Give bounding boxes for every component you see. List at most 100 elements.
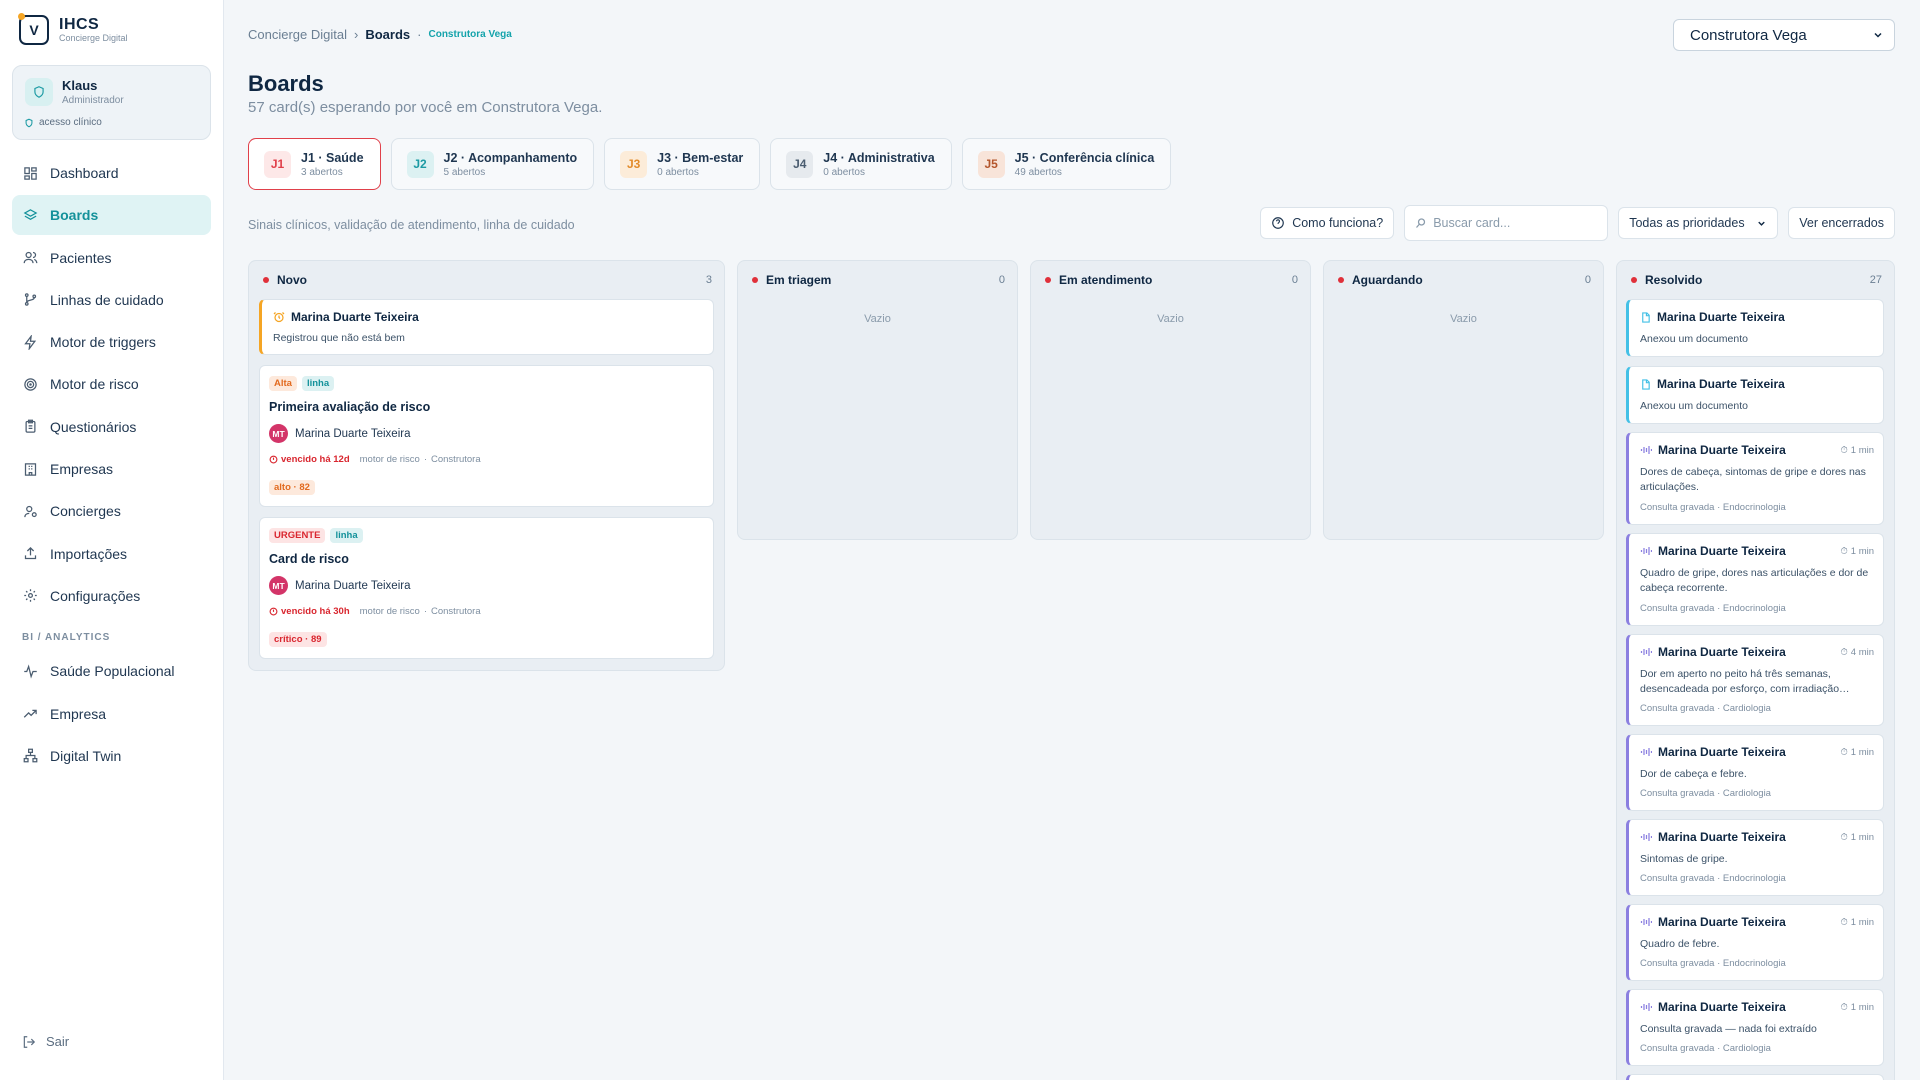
breadcrumb-company: Construtora Vega xyxy=(428,29,512,40)
patient-name: Marina Duarte Teixeira xyxy=(1658,645,1786,659)
sidebar-item-label: Boards xyxy=(50,207,99,224)
column-header: Novo 3 xyxy=(249,261,724,299)
card-header: Marina Duarte Teixeira ⏱ 1 min xyxy=(1640,745,1874,759)
resolved-card[interactable]: Marina Duarte Teixeira ⏱ 1 min Quadro de … xyxy=(1626,904,1884,981)
card-header: Marina Duarte Teixeira ⏱ 1 min xyxy=(1640,443,1874,457)
tab-j2[interactable]: J2 J2 · Acompanhamento 5 abertos xyxy=(390,138,595,190)
search-icon xyxy=(1415,217,1427,229)
empty-state: Vazio xyxy=(1450,313,1477,325)
status-dot xyxy=(1631,277,1637,283)
resolved-card[interactable]: Marina Duarte Teixeira ⏱ 1 min Consulta g… xyxy=(1626,989,1884,1066)
duration: ⏱ 1 min xyxy=(1840,917,1874,928)
resolved-card[interactable] xyxy=(1626,1074,1884,1080)
card-footer: Consulta gravada · Cardiologia xyxy=(1640,703,1771,714)
tab-title: J4 · Administrativa xyxy=(823,150,935,165)
risk-score-badge: alto · 82 xyxy=(269,480,315,495)
alert-card[interactable]: Marina Duarte Teixeira Registrou que não… xyxy=(259,299,714,355)
shield-icon xyxy=(25,78,53,106)
column-count: 27 xyxy=(1869,274,1882,286)
empty-state: Vazio xyxy=(864,313,891,325)
sidebar-item-motor-de-triggers[interactable]: Motor de triggers xyxy=(12,322,211,362)
avatar: MT xyxy=(269,576,288,595)
resolved-card[interactable]: Marina Duarte Teixeira Anexou um documen… xyxy=(1626,299,1884,357)
resolved-card[interactable]: Marina Duarte Teixeira ⏱ 1 min Quadro de … xyxy=(1626,533,1884,626)
column-header: Aguardando 0 xyxy=(1324,261,1603,299)
sidebar-item-digital-twin[interactable]: Digital Twin xyxy=(12,736,211,776)
card-text: Quadro de gripe, dores nas articulações … xyxy=(1640,567,1869,594)
view-closed-button[interactable]: Ver encerrados xyxy=(1788,207,1895,239)
help-button-label: Como funciona? xyxy=(1292,216,1384,230)
timer-icon: ⏱ xyxy=(1840,444,1848,456)
help-button[interactable]: Como funciona? xyxy=(1260,207,1395,239)
card-header: Marina Duarte Teixeira ⏱ 1 min xyxy=(1640,544,1874,558)
tab-badge: J4 xyxy=(786,150,814,178)
tab-j3[interactable]: J3 J3 · Bem-estar 0 abertos xyxy=(604,138,761,190)
search-placeholder: Buscar card... xyxy=(1433,216,1511,230)
sidebar-item-questionarios[interactable]: Questionários xyxy=(12,407,211,447)
brand-logo: V xyxy=(18,13,49,45)
tab-title: J3 · Bem-estar xyxy=(657,150,744,165)
priority-badge: URGENTE xyxy=(269,528,326,543)
resolved-card[interactable]: Marina Duarte Teixeira ⏱ 4 min Dor em ape… xyxy=(1626,634,1884,726)
search-input[interactable]: Buscar card... xyxy=(1404,205,1609,241)
nav-section-analytics: BI / ANALYTICS xyxy=(22,632,111,644)
brand-subtitle: Concierge Digital xyxy=(59,33,128,43)
resolved-card[interactable]: Marina Duarte Teixeira ⏱ 1 min Dores de c… xyxy=(1626,432,1884,525)
user-card[interactable]: Klaus Administrador acesso clínico xyxy=(12,65,211,140)
tab-j1[interactable]: J1 J1 · Saúde 3 abertos xyxy=(248,138,381,190)
bolt-icon xyxy=(22,334,38,350)
resolved-card[interactable]: Marina Duarte Teixeira ⏱ 1 min Sintomas d… xyxy=(1626,819,1884,896)
sidebar-item-saude-populacional[interactable]: Saúde Populacional xyxy=(12,651,211,691)
card-tags: Alta linha xyxy=(269,376,335,391)
card-tags: URGENTE linha xyxy=(269,528,363,543)
card-meta: vencido há 30h motor de risco · Construt… xyxy=(269,606,481,617)
sidebar-item-empresa[interactable]: Empresa xyxy=(12,694,211,734)
overdue-label: vencido há 12d xyxy=(281,454,350,465)
card-patient: MT Marina Duarte Teixeira xyxy=(269,576,410,595)
sidebar-item-pacientes[interactable]: Pacientes xyxy=(12,238,211,278)
sidebar-item-label: Empresas xyxy=(50,461,114,478)
logout-button[interactable]: Sair xyxy=(22,1034,69,1049)
card-header: Marina Duarte Teixeira xyxy=(1640,310,1874,324)
meta-separator: · xyxy=(423,606,427,617)
card-header: Marina Duarte Teixeira ⏱ 4 min xyxy=(1640,645,1874,659)
sidebar-item-linhas-de-cuidado[interactable]: Linhas de cuidado xyxy=(12,280,211,320)
sidebar-item-empresas[interactable]: Empresas xyxy=(12,449,211,489)
sidebar-item-label: Empresa xyxy=(50,705,107,722)
sidebar-item-concierges[interactable]: Concierges xyxy=(12,491,211,531)
risk-card[interactable]: Alta linha Primeira avaliação de risco M… xyxy=(259,365,714,507)
breadcrumb-root[interactable]: Concierge Digital xyxy=(248,27,347,42)
priority-select[interactable]: Todas as prioridades xyxy=(1618,207,1779,239)
user-role: Administrador xyxy=(62,95,124,106)
status-dot xyxy=(263,277,269,283)
resolved-card[interactable]: Marina Duarte Teixeira Anexou um documen… xyxy=(1626,366,1884,424)
target-icon xyxy=(22,376,38,392)
duration-label: 1 min xyxy=(1850,916,1874,928)
user-cog-icon xyxy=(22,503,38,519)
company-select[interactable]: Construtora Vega xyxy=(1673,19,1895,51)
sidebar-item-label: Motor de triggers xyxy=(50,334,156,351)
patient-name: Marina Duarte Teixeira xyxy=(1658,1000,1786,1014)
card-footer: Consulta gravada · Cardiologia xyxy=(1640,788,1771,799)
patient-name: Marina Duarte Teixeira xyxy=(291,310,419,324)
sidebar-item-boards[interactable]: Boards xyxy=(12,195,211,236)
risk-card[interactable]: URGENTE linha Card de risco MT Marina Du… xyxy=(259,517,714,659)
patient-name: Marina Duarte Teixeira xyxy=(1658,544,1786,558)
sidebar-item-motor-de-risco[interactable]: Motor de risco xyxy=(12,364,211,404)
brand[interactable]: V IHCS Concierge Digital xyxy=(18,13,128,45)
sidebar-item-dashboard[interactable]: Dashboard xyxy=(12,153,211,193)
tab-title: J2 · Acompanhamento xyxy=(443,150,578,165)
avatar: MT xyxy=(269,424,288,443)
column-aguardando: Aguardando 0 Vazio xyxy=(1323,260,1604,540)
audio-wave-icon xyxy=(1640,647,1652,657)
resolved-card[interactable]: Marina Duarte Teixeira ⏱ 1 min Dor de cab… xyxy=(1626,734,1884,811)
sidebar-item-configuracoes[interactable]: Configurações xyxy=(12,576,211,616)
audio-wave-icon xyxy=(1640,1002,1652,1012)
tab-j4[interactable]: J4 J4 · Administrativa 0 abertos xyxy=(770,138,952,190)
card-text: Anexou um documento xyxy=(1640,400,1748,412)
column-title: Novo xyxy=(277,273,307,287)
sidebar-item-importacoes[interactable]: Importações xyxy=(12,534,211,574)
card-company: Construtora xyxy=(431,606,481,617)
tab-j5[interactable]: J5 J5 · Conferência clínica 49 abertos xyxy=(961,138,1172,190)
building-icon xyxy=(22,461,38,477)
